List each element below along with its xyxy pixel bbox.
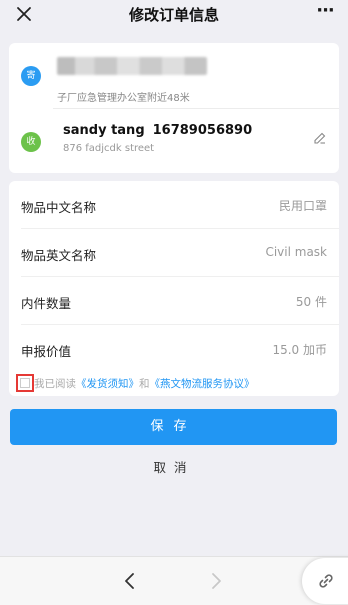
form-row-quantity[interactable]: 内件数量 50 件 (9, 277, 339, 324)
sender-row[interactable]: 寄 子厂应急管理办公室附近48米 (9, 43, 339, 107)
service-agreement-link[interactable]: 《燕文物流服务协议》 (150, 378, 255, 390)
link-icon (319, 574, 333, 588)
receiver-name-line: sandy tang 16789056890 (63, 123, 252, 138)
receiver-address: 876 fadjcdk street (63, 143, 155, 154)
form-value: 15.0 加币 (272, 343, 327, 357)
receiver-phone: 16789056890 (152, 123, 253, 138)
agreement-line: 我已阅读《发货须知》和《燕文物流服务协议》 (16, 374, 326, 392)
sender-name-redacted (57, 57, 207, 75)
back-arrow-icon[interactable] (121, 571, 139, 591)
browser-nav-bar (0, 556, 348, 605)
checkbox-box (20, 378, 30, 388)
agreement-text: 我已阅读《发货须知》和《燕文物流服务协议》 (34, 376, 255, 391)
page-title: 修改订单信息 (128, 6, 219, 24)
form-label: 物品英文名称 (21, 248, 97, 263)
agreement-checkbox[interactable] (16, 374, 34, 392)
share-link-button[interactable] (302, 558, 348, 604)
sender-address: 子厂应急管理办公室附近48米 (57, 93, 190, 104)
address-card: 寄 子厂应急管理办公室附近48米 收 sandy tang 16789056890… (9, 43, 339, 173)
form-row-declared-value[interactable]: 申报价值 15.0 加币 (9, 325, 339, 372)
form-label: 申报价值 (21, 344, 72, 359)
shipping-notice-link[interactable]: 《发货须知》 (76, 378, 139, 390)
form-row-item-en-name[interactable]: 物品英文名称 Civil mask (9, 229, 339, 276)
more-menu-icon[interactable]: ··· (314, 2, 336, 23)
receiver-badge: 收 (21, 132, 41, 152)
edit-icon[interactable] (313, 131, 327, 145)
receiver-name: sandy tang (63, 123, 145, 138)
agreement-joiner: 和 (139, 378, 150, 390)
form-label: 内件数量 (21, 296, 72, 311)
sender-badge: 寄 (21, 66, 41, 86)
agreement-prefix: 我已阅读 (34, 378, 76, 390)
save-button[interactable]: 保存 (10, 409, 337, 445)
form-label: 物品中文名称 (21, 200, 97, 215)
top-bar: 修改订单信息 ··· (0, 0, 348, 30)
form-row-item-cn-name[interactable]: 物品中文名称 民用口罩 (9, 181, 339, 228)
item-info-card: 物品中文名称 民用口罩 物品英文名称 Civil mask 内件数量 50 件 … (9, 181, 339, 396)
forward-arrow-icon[interactable] (207, 571, 225, 591)
receiver-row[interactable]: 收 sandy tang 16789056890 876 fadjcdk stre… (9, 109, 339, 173)
form-value: 50 件 (295, 295, 327, 309)
cancel-button[interactable]: 取消 (0, 457, 348, 476)
form-value: Civil mask (265, 245, 327, 259)
form-value: 民用口罩 (278, 199, 327, 213)
